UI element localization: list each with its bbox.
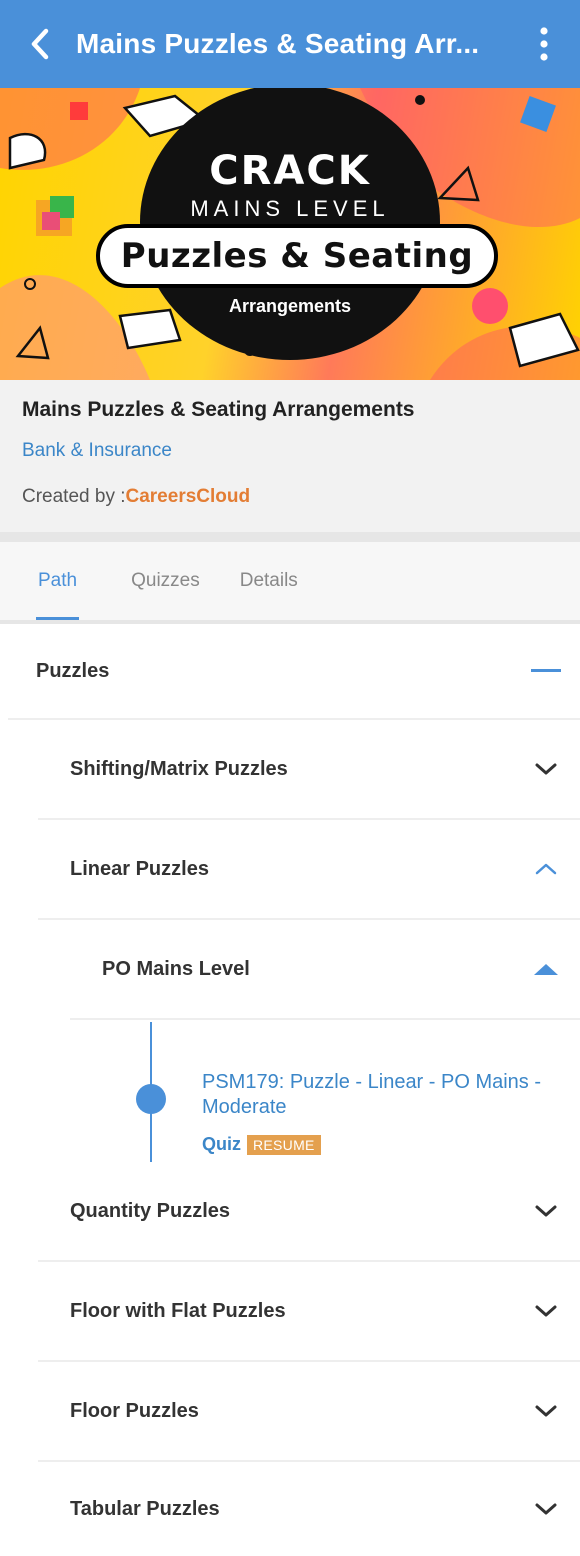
banner-title-text: Puzzles & Seating <box>120 236 474 276</box>
timeline-dot <box>136 1084 166 1114</box>
topic-row-tabular[interactable]: Tabular Puzzles <box>38 1462 580 1556</box>
chevron-down-icon[interactable] <box>526 1303 566 1319</box>
banner-level-text: MAINS LEVEL <box>190 196 390 221</box>
chevron-down-icon[interactable] <box>526 1403 566 1419</box>
topic-row-shifting-matrix[interactable]: Shifting/Matrix Puzzles <box>38 720 580 820</box>
topic-row-linear[interactable]: Linear Puzzles <box>38 820 580 920</box>
topic-row-floor-with-flat[interactable]: Floor with Flat Puzzles <box>38 1262 580 1362</box>
more-vert-icon <box>540 27 548 61</box>
tab-details[interactable]: Details <box>240 542 298 620</box>
topic-label: Linear Puzzles <box>70 857 209 880</box>
tab-quizzes[interactable]: Quizzes <box>131 542 200 620</box>
topic-label: Tabular Puzzles <box>70 1497 220 1520</box>
page-title: Mains Puzzles & Seating Arr... <box>76 28 480 59</box>
banner-subtitle-text: Arrangements <box>228 296 352 316</box>
topic-row-floor[interactable]: Floor Puzzles <box>38 1362 580 1462</box>
topic-label: Shifting/Matrix Puzzles <box>70 757 288 780</box>
course-banner: CRACK MAINS LEVEL Puzzles & Seating Arra… <box>0 88 580 380</box>
quiz-meta: Quiz RESUME <box>202 1134 321 1155</box>
chevron-left-icon <box>31 28 49 60</box>
quiz-item[interactable]: PSM179: Puzzle - Linear - PO Mains - Mod… <box>130 1022 580 1162</box>
resume-badge[interactable]: RESUME <box>247 1134 321 1155</box>
subtopic-row-po-mains-level[interactable]: PO Mains Level <box>70 920 580 1020</box>
topic-label: Floor Puzzles <box>70 1399 199 1422</box>
topic-row-quantity[interactable]: Quantity Puzzles <box>38 1162 580 1262</box>
creator-link[interactable]: CareersCloud <box>126 486 251 507</box>
banner-crack-text: CRACK <box>209 148 371 194</box>
banner-title-pill: Puzzles & Seating <box>96 224 498 288</box>
chevron-up-icon[interactable] <box>526 861 566 877</box>
quiz-title[interactable]: PSM179: Puzzle - Linear - PO Mains - Mod… <box>202 1070 562 1120</box>
divider <box>0 532 580 542</box>
quiz-type-label: Quiz <box>202 1134 241 1154</box>
subtopic-label: PO Mains Level <box>102 957 250 980</box>
more-options-button[interactable] <box>508 0 580 88</box>
section-row-puzzles[interactable]: Puzzles <box>8 624 580 720</box>
chevron-down-icon[interactable] <box>526 1501 566 1517</box>
collapse-icon[interactable] <box>526 669 566 673</box>
app-bar: Mains Puzzles & Seating Arr... <box>0 0 580 88</box>
course-name: Mains Puzzles & Seating Arrangements <box>22 398 415 421</box>
created-by-label: Created by : <box>22 486 126 507</box>
tab-bar: Path Quizzes Details <box>0 542 580 620</box>
course-category-link[interactable]: Bank & Insurance <box>22 440 172 462</box>
created-by: Created by :CareersCloud <box>22 486 250 508</box>
back-button[interactable] <box>0 0 80 88</box>
tab-path[interactable]: Path <box>35 542 80 620</box>
triangle-up-icon[interactable] <box>526 962 566 976</box>
chevron-down-icon[interactable] <box>526 761 566 777</box>
topic-label: Quantity Puzzles <box>70 1199 231 1222</box>
section-label: Puzzles <box>36 659 110 682</box>
chevron-down-icon[interactable] <box>526 1203 566 1219</box>
course-info: Mains Puzzles & Seating Arrangements Ban… <box>0 380 580 532</box>
topic-label: Floor with Flat Puzzles <box>70 1299 286 1322</box>
